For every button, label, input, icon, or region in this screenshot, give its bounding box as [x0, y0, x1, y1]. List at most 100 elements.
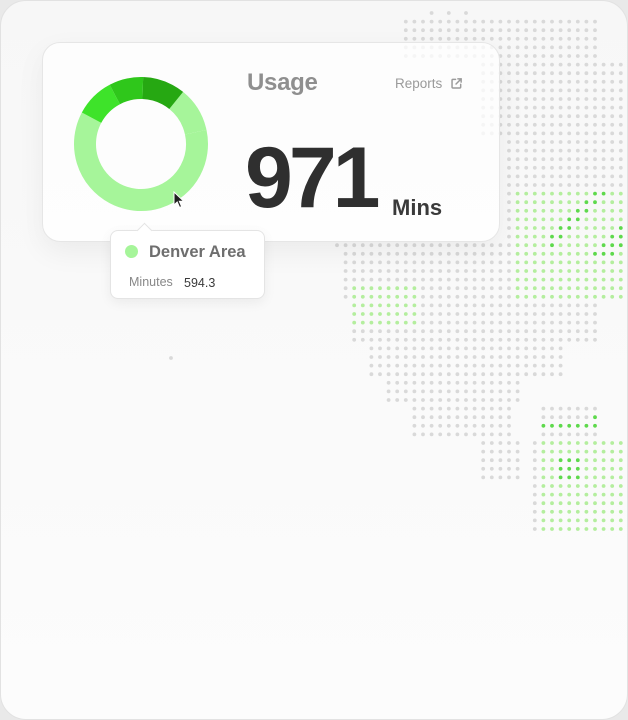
map-dot — [438, 329, 443, 334]
map-dot — [378, 243, 382, 248]
map-dot — [601, 148, 606, 153]
map-dot — [429, 277, 434, 282]
map-dot — [438, 277, 443, 282]
reports-link[interactable]: Reports — [395, 76, 463, 91]
map-dot — [541, 277, 546, 282]
map-dot — [541, 423, 546, 428]
map-dot — [464, 337, 468, 342]
map-dot — [593, 191, 597, 196]
map-dot — [575, 518, 580, 523]
map-dot — [429, 19, 434, 24]
map-dot — [343, 269, 348, 273]
map-dot — [584, 200, 589, 205]
map-dot — [558, 183, 563, 187]
map-dot — [584, 62, 589, 67]
map-dot — [550, 191, 554, 196]
map-dot — [541, 140, 546, 144]
usage-title: Usage — [247, 69, 318, 96]
map-dot — [584, 509, 589, 514]
map-dot — [498, 277, 503, 282]
map-dot — [584, 527, 589, 531]
map-dot — [403, 372, 408, 377]
map-dot — [567, 329, 572, 334]
map-dot — [575, 251, 580, 256]
map-dot — [541, 466, 546, 471]
map-dot — [515, 174, 520, 179]
map-dot — [507, 466, 511, 471]
map-dot — [584, 131, 589, 136]
map-dot — [550, 372, 554, 377]
map-dot — [593, 509, 597, 514]
map-dot — [567, 492, 572, 497]
map-dot — [412, 294, 417, 299]
map-dot — [558, 208, 563, 213]
map-dot — [532, 226, 537, 230]
map-dot — [567, 277, 572, 282]
map-dot — [455, 346, 460, 351]
map-dot — [421, 389, 425, 394]
map-dot — [567, 466, 572, 471]
map-dot — [438, 260, 443, 265]
map-dot — [558, 36, 563, 41]
map-dot — [515, 475, 520, 480]
map-dot — [472, 329, 477, 334]
map-dot — [429, 380, 434, 385]
map-dot — [369, 337, 374, 342]
map-dot — [421, 380, 425, 385]
map-dot — [352, 277, 357, 282]
map-dot — [438, 432, 443, 437]
map-dot — [455, 337, 460, 342]
map-dot — [455, 303, 460, 308]
map-dot — [335, 243, 339, 248]
map-dot — [412, 277, 417, 282]
map-dot — [541, 131, 546, 136]
map-dot — [541, 28, 546, 33]
map-dot — [567, 114, 572, 119]
map-dot — [567, 501, 572, 506]
map-dot — [464, 243, 468, 248]
map-dot — [593, 269, 597, 273]
map-dot — [524, 294, 529, 299]
map-dot — [360, 312, 365, 316]
map-dot — [524, 226, 529, 230]
map-dot — [541, 226, 546, 230]
map-dot — [567, 148, 572, 153]
map-dot — [515, 286, 520, 291]
map-dot — [541, 19, 546, 24]
map-dot — [481, 355, 486, 359]
map-dot — [541, 208, 546, 213]
map-dot — [610, 183, 615, 187]
map-dot — [438, 355, 443, 359]
map-dot — [575, 157, 580, 162]
map-dot — [524, 131, 529, 136]
map-dot — [524, 45, 529, 50]
map-dot — [446, 294, 451, 299]
map-dot — [352, 337, 357, 342]
map-dot — [421, 432, 425, 437]
map-dot — [618, 243, 623, 248]
map-dot — [515, 105, 520, 110]
map-dot — [369, 363, 374, 368]
map-dot — [541, 157, 546, 162]
map-dot — [352, 269, 357, 273]
map-dot — [618, 165, 623, 170]
map-dot — [421, 36, 425, 41]
map-dot — [378, 260, 382, 265]
usage-donut-chart[interactable] — [73, 76, 209, 212]
map-dot — [378, 363, 382, 368]
map-dot — [352, 243, 357, 248]
map-dot — [575, 140, 580, 144]
map-dot — [472, 423, 477, 428]
map-dot — [593, 140, 597, 144]
map-dot — [593, 97, 597, 101]
map-dot — [429, 303, 434, 308]
map-dot — [532, 286, 537, 291]
map-dot — [575, 165, 580, 170]
map-dot — [558, 174, 563, 179]
map-dot — [558, 140, 563, 144]
map-dot — [601, 492, 606, 497]
map-dot — [541, 88, 546, 93]
map-dot — [515, 36, 520, 41]
map-dot — [464, 380, 468, 385]
map-dot — [532, 509, 537, 514]
